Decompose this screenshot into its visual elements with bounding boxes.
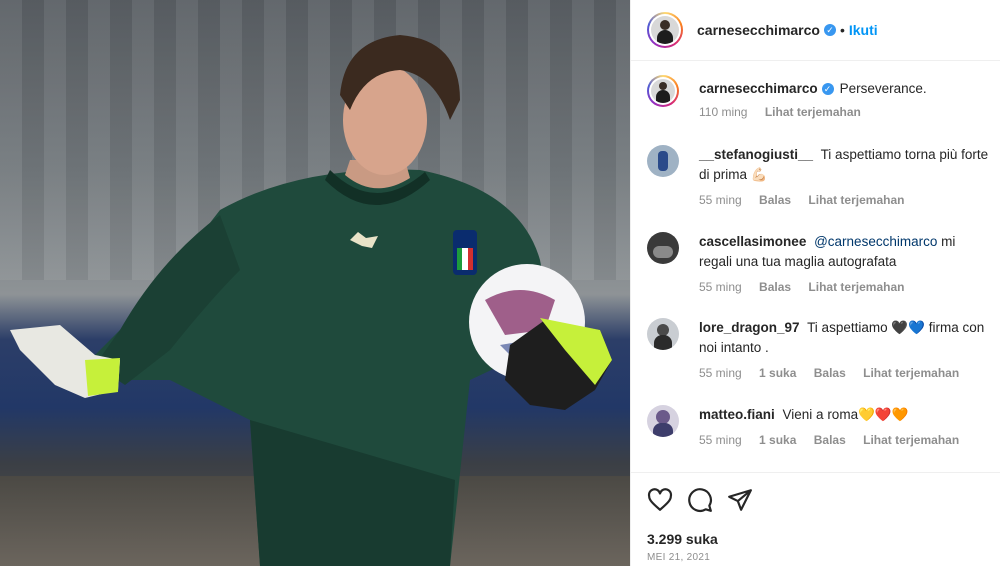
comment-mention-link[interactable]: @carnesecchimarco	[814, 234, 937, 249]
comment-username[interactable]: matteo.fiani	[699, 407, 775, 422]
post-date[interactable]: MEI 21, 2021	[647, 552, 710, 563]
comment-text: cascellasimonee @carnesecchimarco mi reg…	[699, 232, 989, 272]
comment-username[interactable]: lore_dragon_97	[699, 320, 800, 335]
share-icon[interactable]	[727, 487, 753, 513]
caption-text: carnesecchimarco ✓ Perseverance.	[699, 79, 989, 99]
caption-username[interactable]: carnesecchimarco	[699, 81, 818, 96]
comment-icon[interactable]	[687, 487, 713, 513]
translate-link[interactable]: Lihat terjemahan	[808, 280, 904, 294]
separator-dot: •	[839, 22, 845, 38]
post-photo[interactable]	[0, 0, 630, 566]
author-avatar[interactable]	[647, 12, 683, 48]
post-header: carnesecchimarco ✓ • Ikuti	[631, 0, 1000, 61]
verified-badge-icon: ✓	[821, 83, 834, 96]
post-actions-bar: 3.299 suka MEI 21, 2021	[631, 472, 1000, 567]
comment-avatar[interactable]	[647, 405, 679, 437]
translate-link[interactable]: Lihat terjemahan	[808, 193, 904, 207]
comment-text: matteo.fiani Vieni a roma💛❤️🧡	[699, 405, 989, 425]
comment-avatar[interactable]	[647, 232, 679, 264]
comment-meta: 55 ming Balas Lihat terjemahan	[699, 193, 918, 207]
comment-text: __stefanogiusti__ Ti aspettiamo torna pi…	[699, 145, 989, 185]
reply-button[interactable]: Balas	[814, 433, 846, 447]
reply-button[interactable]: Balas	[759, 193, 791, 207]
reply-button[interactable]: Balas	[814, 366, 846, 380]
comment-time[interactable]: 55 ming	[699, 433, 742, 447]
verified-badge-icon: ✓	[823, 24, 836, 36]
caption-time[interactable]: 110 ming	[699, 105, 747, 119]
comment-username[interactable]: cascellasimonee	[699, 234, 806, 249]
heart-icon[interactable]	[647, 487, 673, 513]
caption-avatar[interactable]	[647, 75, 679, 107]
like-count[interactable]: 3.299 suka	[647, 531, 718, 547]
caption-translate-link[interactable]: Lihat terjemahan	[765, 105, 861, 119]
reply-button[interactable]: Balas	[759, 280, 791, 294]
follow-button[interactable]: Ikuti	[849, 22, 878, 38]
author-username[interactable]: carnesecchimarco	[697, 22, 820, 38]
comment-time[interactable]: 55 ming	[699, 193, 742, 207]
comments-list[interactable]: carnesecchimarco ✓ Perseverance. 110 ming …	[631, 61, 1000, 471]
comment-meta: 55 ming 1 suka Balas Lihat terjemahan	[699, 433, 973, 447]
comment-meta: 55 ming 1 suka Balas Lihat terjemahan	[699, 366, 973, 380]
caption-body: Perseverance.	[839, 81, 927, 96]
goalkeeper-figure	[10, 35, 612, 566]
translate-link[interactable]: Lihat terjemahan	[863, 366, 959, 380]
comment-time[interactable]: 55 ming	[699, 366, 742, 380]
post-side-panel: carnesecchimarco ✓ • Ikuti carnesecchima…	[630, 0, 1000, 566]
caption-meta: 110 ming Lihat terjemahan	[699, 105, 875, 119]
comment-username[interactable]: __stefanogiusti__	[699, 147, 813, 162]
comment-avatar[interactable]	[647, 145, 679, 177]
comment-text: lore_dragon_97 Ti aspettiamo 🖤💙 firma co…	[699, 318, 989, 358]
comment-avatar[interactable]	[647, 318, 679, 350]
comment-like-count[interactable]: 1 suka	[759, 433, 796, 447]
comment-meta: 55 ming Balas Lihat terjemahan	[699, 280, 918, 294]
comment-like-count[interactable]: 1 suka	[759, 366, 796, 380]
instagram-post-view: carnesecchimarco ✓ • Ikuti carnesecchima…	[0, 0, 1000, 566]
translate-link[interactable]: Lihat terjemahan	[863, 433, 959, 447]
comment-time[interactable]: 55 ming	[699, 280, 742, 294]
comment-body: Vieni a roma💛❤️🧡	[782, 407, 909, 422]
action-icons	[647, 487, 753, 513]
